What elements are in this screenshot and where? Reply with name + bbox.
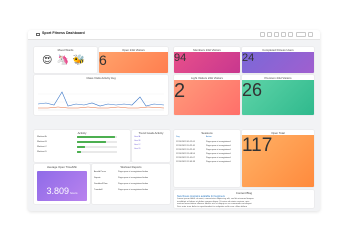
activity-table: Workout A Workout B Workout C Workout D <box>37 136 127 160</box>
save-icon[interactable] <box>281 32 286 37</box>
emoji-row: 😍 🦄 🐝 <box>42 56 85 66</box>
activity-bar-fill <box>77 146 85 149</box>
premium-24h-panel: Premium 24H Visitors 26 <box>242 75 314 115</box>
table-row: Arnold Press Page open at unregistered in… <box>94 171 149 173</box>
time-picker-button[interactable] <box>296 32 306 37</box>
table-row: 12/10/2023 09:12:01 Page open at unregist… <box>176 141 231 143</box>
goals-title: Trend Goals Activity <box>138 131 164 135</box>
table-row: 12/10/2023 10:22:41 Page open at unregist… <box>176 149 231 151</box>
avg-open-time-unit: hours <box>70 191 78 195</box>
members-24h-stat-bg: 94 <box>174 52 240 73</box>
smile-emoji-icon: 😍 <box>42 55 53 66</box>
activity-bar-track <box>77 136 117 139</box>
light-24h-panel: Light Visitors 24H Visitors 2 <box>174 75 240 115</box>
completed-panel: Completed Fitness Users 24 <box>242 47 314 73</box>
workout-title: Workout Reports <box>120 165 142 169</box>
content-blog-panel: Content Blog New fitness programs availa… <box>174 190 314 208</box>
sessions-header: Day Action <box>176 136 212 138</box>
unicorn-emoji-icon: 🦄 <box>56 55 69 66</box>
tab-bar: Default <box>34 41 50 57</box>
mood-title: Mood Words <box>57 48 74 52</box>
avg-open-time-stat-bg: 3.809hours <box>37 171 87 201</box>
activity-title: Activity <box>77 131 87 135</box>
goals-panel: Trend Goals Activity Goal A Goal B Goal … <box>132 130 170 162</box>
table-row: Treadmill Page open at unregistered index <box>94 189 149 191</box>
mood-panel: Mood Words 😍 🦄 🐝 <box>34 47 97 73</box>
completed-stat-bg: 24 <box>242 52 314 73</box>
table-row: Dumbbell Row Page open at unregistered in… <box>94 183 149 185</box>
open-24h-stat-bg: 6 <box>99 52 168 73</box>
avg-open-time-panel: Average Open Time/Min 3.809hours <box>34 164 90 204</box>
goals-table: Goal A Goal B Goal C Goal D <box>134 136 168 160</box>
bee-emoji-icon: 🐝 <box>72 55 86 66</box>
activity-bar-track <box>77 146 117 149</box>
open-total-stat-bg: 117 <box>242 135 314 187</box>
goal-row: Goal D <box>134 148 141 150</box>
avg-visits-panel: Class Visits Activity Avg <box>34 75 168 115</box>
activity-row: Workout A <box>37 136 47 138</box>
open-24h-panel: Open 24H Visitors 6 <box>99 47 168 73</box>
avg-open-time-value: 3.809 <box>46 186 69 196</box>
open-total-panel: Open Total 117 <box>242 130 314 187</box>
workout-panel: Workout Reports Arnold Press Page open at… <box>92 164 170 204</box>
table-row: 12/10/2023 11:08:54 Page open at unregist… <box>176 153 231 155</box>
table-row: Squats Page open at unregistered index <box>94 177 149 179</box>
share-icon[interactable] <box>274 32 279 37</box>
table-row: 12/10/2023 12:03:33 Page open at unregist… <box>176 161 231 163</box>
premium-24h-value: 26 <box>242 80 263 100</box>
workout-table: Arnold Press Page open at unregistered in… <box>94 171 168 201</box>
members-24h-value: 94 <box>174 52 187 64</box>
star-icon[interactable] <box>267 32 272 37</box>
activity-bar-fill <box>77 141 106 144</box>
refresh-icon[interactable] <box>308 32 313 37</box>
dashboard-window: Sport Fitness Dashboard Default Mood Wor… <box>28 30 320 211</box>
page-title: Sport Fitness Dashboard <box>42 31 85 35</box>
activity-row: Workout B <box>37 141 47 143</box>
goal-row: Goal C <box>134 144 141 146</box>
top-bar: Sport Fitness Dashboard <box>28 30 320 40</box>
light-24h-value: 2 <box>174 80 186 102</box>
settings-icon[interactable] <box>288 32 293 37</box>
sessions-title: Sessions <box>201 131 213 135</box>
blog-text-line: Duis aute irure dolor in reprehenderit i… <box>177 205 248 208</box>
goal-row: Goal A <box>134 136 141 138</box>
sessions-panel: Sessions Day Action 12/10/2023 09:12:01 Pa… <box>174 130 240 187</box>
avg-visits-title: Class Visits Activity Avg <box>86 76 116 80</box>
dashboard-icon <box>36 32 40 36</box>
table-row: 12/10/2023 11:41:07 Page open at unregist… <box>176 157 231 159</box>
activity-row: Workout D <box>37 151 47 153</box>
avg-open-time-title: Average Open Time/Min <box>46 165 78 169</box>
activity-bar-track <box>77 151 117 154</box>
add-panel-button[interactable] <box>260 32 265 37</box>
activity-bar-fill <box>77 151 81 154</box>
avg-visits-line-chart <box>38 91 164 111</box>
open-24h-value: 6 <box>99 52 107 68</box>
avg-open-time-readout: 3.809hours <box>37 181 87 199</box>
goal-row: Goal B <box>134 140 141 142</box>
activity-bar-track <box>77 141 117 144</box>
premium-24h-stat-bg: 26 <box>242 80 314 115</box>
sessions-table: Day Action 12/10/2023 09:12:01 Page open a… <box>176 136 238 184</box>
activity-panel: Activity Workout A Workout B Workout C W… <box>34 130 130 162</box>
light-24h-stat-bg: 2 <box>174 80 240 115</box>
members-24h-panel: Members 24H Visitors 94 <box>174 47 240 73</box>
completed-value: 24 <box>242 52 255 64</box>
table-row: 12/10/2023 10:22:41 Page open at unregist… <box>176 145 231 147</box>
activity-row: Workout C <box>37 146 47 148</box>
activity-bar-fill <box>77 136 115 139</box>
open-total-value: 117 <box>242 135 273 156</box>
